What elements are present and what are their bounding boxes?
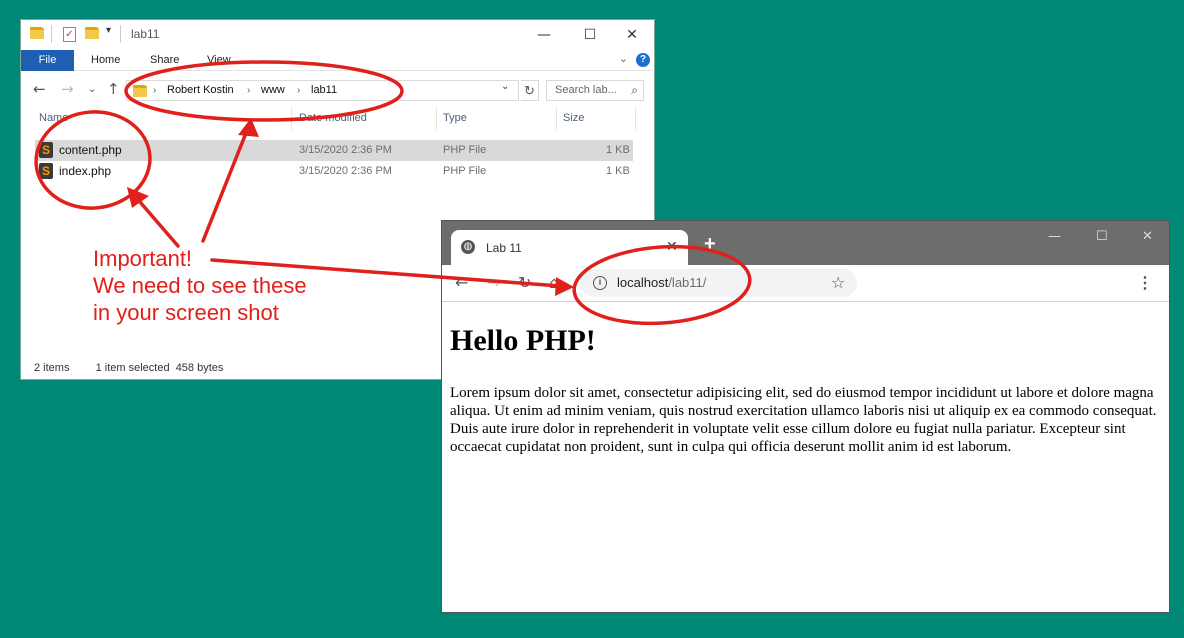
close-tab-icon[interactable]: ✕: [666, 238, 678, 255]
selection-info: 1 item selected 458 bytes: [95, 362, 224, 374]
forward-icon[interactable]: →: [487, 273, 500, 292]
annotation-line: in your screen shot: [93, 300, 279, 325]
browser-window: ◍ Lab 11 ✕ + — ☐ ✕ ← → ↻ ⌂ i localhost/l…: [441, 220, 1170, 613]
maximize-button[interactable]: ☐: [567, 23, 613, 47]
menu-icon[interactable]: ⋮: [1137, 273, 1153, 293]
back-icon[interactable]: ←: [455, 273, 468, 292]
php-file-icon: S: [39, 142, 53, 158]
tab-share[interactable]: Share: [150, 50, 179, 71]
divider: [291, 108, 292, 130]
breadcrumb-robert-kostin[interactable]: Robert Kostin: [167, 81, 234, 100]
annotation-note: Important! We need to see these in your …: [93, 245, 307, 326]
up-icon[interactable]: ↑: [107, 80, 120, 98]
tab-view[interactable]: View: [207, 50, 231, 71]
item-count: 2 items: [34, 362, 70, 374]
page-heading: Hello PHP!: [450, 324, 596, 357]
search-icon: ⌕: [631, 83, 638, 97]
info-icon[interactable]: i: [593, 276, 607, 290]
expand-ribbon-icon[interactable]: ⌄: [619, 52, 628, 65]
omnibox[interactable]: i localhost/lab11/ ☆: [580, 269, 857, 297]
file-size: 1 KB: [606, 144, 630, 156]
column-name[interactable]: Name: [39, 112, 68, 124]
tab-file[interactable]: File: [21, 50, 74, 71]
refresh-icon[interactable]: ↻: [521, 80, 539, 101]
divider: [635, 108, 636, 130]
breadcrumb-separator: ›: [153, 85, 157, 96]
folder-icon: [30, 27, 44, 39]
search-placeholder: Search lab...: [555, 84, 617, 96]
file-row-index-php[interactable]: S index.php 3/15/2020 2:36 PM PHP File 1…: [35, 161, 633, 182]
ribbon-tabs: File Home Share View ⌄ ?: [21, 50, 654, 71]
browser-tabstrip: ◍ Lab 11 ✕ + — ☐ ✕: [442, 221, 1169, 265]
maximize-button[interactable]: ☐: [1096, 229, 1108, 244]
folder-icon: [133, 85, 147, 97]
tab-home[interactable]: Home: [91, 50, 120, 71]
browser-toolbar: ← → ↻ ⌂ i localhost/lab11/ ☆ ⋮: [442, 265, 1169, 302]
url-path: /lab11/: [668, 275, 707, 290]
address-dropdown-icon[interactable]: ⌄: [501, 81, 509, 92]
back-icon[interactable]: ←: [33, 80, 46, 98]
file-type: PHP File: [443, 165, 487, 177]
search-input[interactable]: Search lab... ⌕: [546, 80, 644, 101]
breadcrumb-separator: ›: [247, 85, 251, 96]
column-type[interactable]: Type: [443, 112, 467, 124]
recent-locations-icon[interactable]: ⌄: [88, 84, 96, 95]
home-icon[interactable]: ⌂: [549, 273, 559, 292]
file-type: PHP File: [443, 144, 487, 156]
tab-lab11[interactable]: ◍ Lab 11 ✕: [451, 230, 688, 265]
close-button[interactable]: ✕: [609, 23, 654, 47]
new-folder-icon[interactable]: [85, 27, 99, 39]
page-paragraph: Lorem ipsum dolor sit amet, consectetur …: [450, 385, 1157, 455]
navigation-bar: ← → ⌄ ↑ › Robert Kostin › www › lab11 ⌄ …: [21, 75, 654, 105]
page-content: Hello PHP! Lorem ipsum dolor sit amet, c…: [450, 303, 1163, 456]
file-date: 3/15/2020 2:36 PM: [299, 144, 392, 156]
breadcrumb-lab11[interactable]: lab11: [311, 81, 337, 100]
divider: [120, 25, 121, 43]
properties-icon[interactable]: ✓: [63, 27, 76, 42]
file-size: 1 KB: [606, 165, 630, 177]
address-bar[interactable]: › Robert Kostin › www › lab11: [126, 80, 519, 101]
file-name: index.php: [59, 164, 112, 178]
help-icon[interactable]: ?: [636, 53, 650, 67]
status-bar: 2 items 1 item selected 458 bytes: [34, 362, 223, 374]
customize-toolbar-icon[interactable]: ▾: [106, 25, 111, 41]
window-title: lab11: [131, 27, 160, 41]
file-date: 3/15/2020 2:36 PM: [299, 165, 392, 177]
divider: [436, 108, 437, 130]
bookmark-star-icon[interactable]: ☆: [831, 273, 845, 292]
file-name: content.php: [59, 143, 122, 157]
php-file-icon: S: [39, 163, 53, 179]
tab-title: Lab 11: [486, 241, 522, 255]
globe-icon: ◍: [461, 240, 475, 254]
breadcrumb-separator: ›: [297, 85, 301, 96]
breadcrumb-www[interactable]: www: [261, 81, 285, 100]
url-host: localhost: [617, 275, 669, 290]
column-size[interactable]: Size: [563, 112, 584, 124]
new-tab-button[interactable]: +: [704, 234, 716, 254]
divider: [51, 25, 52, 43]
reload-icon[interactable]: ↻: [518, 273, 531, 292]
explorer-titlebar: ✓ ▾ lab11 — ☐ ✕: [21, 20, 654, 50]
divider: [556, 108, 557, 130]
close-button[interactable]: ✕: [1142, 229, 1153, 244]
url-text[interactable]: localhost/lab11/: [617, 275, 706, 290]
minimize-button[interactable]: —: [1048, 229, 1061, 244]
annotation-line: We need to see these: [93, 273, 307, 298]
forward-icon[interactable]: →: [61, 80, 74, 98]
minimize-button[interactable]: —: [521, 23, 567, 47]
file-row-content-php[interactable]: S content.php 3/15/2020 2:36 PM PHP File…: [35, 140, 633, 161]
column-date-modified[interactable]: Date modified: [299, 112, 367, 124]
annotation-line: Important!: [93, 246, 193, 271]
